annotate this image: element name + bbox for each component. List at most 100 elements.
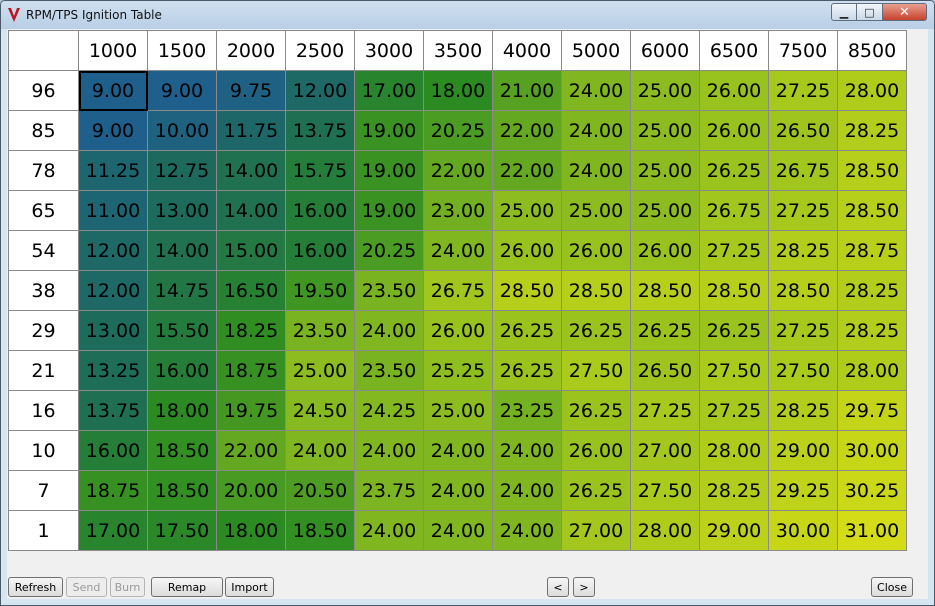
table-cell[interactable]: 27.50 xyxy=(699,350,769,391)
table-cell[interactable]: 22.00 xyxy=(492,150,562,191)
maximize-button[interactable]: □ xyxy=(857,3,883,21)
rpm-column-header[interactable]: 1500 xyxy=(147,30,217,71)
table-cell[interactable]: 15.00 xyxy=(216,230,286,271)
table-cell[interactable]: 28.50 xyxy=(561,270,631,311)
tps-row-header[interactable]: 65 xyxy=(8,190,79,231)
table-cell[interactable]: 24.00 xyxy=(354,310,424,351)
table-cell[interactable]: 28.00 xyxy=(630,510,700,551)
table-cell[interactable]: 26.25 xyxy=(492,350,562,391)
title-bar[interactable]: RPM/TPS Ignition Table ▁ □ ✕ xyxy=(1,1,934,29)
table-cell[interactable]: 28.00 xyxy=(699,430,769,471)
table-cell[interactable]: 16.00 xyxy=(78,430,148,471)
table-cell[interactable]: 19.00 xyxy=(354,110,424,151)
table-cell[interactable]: 16.50 xyxy=(216,270,286,311)
table-cell[interactable]: 23.00 xyxy=(423,190,493,231)
table-cell[interactable]: 27.00 xyxy=(561,510,631,551)
table-cell[interactable]: 26.50 xyxy=(630,350,700,391)
table-cell[interactable]: 26.75 xyxy=(699,190,769,231)
table-cell[interactable]: 18.50 xyxy=(285,510,355,551)
table-cell[interactable]: 24.25 xyxy=(354,390,424,431)
table-cell[interactable]: 13.75 xyxy=(78,390,148,431)
table-cell[interactable]: 18.00 xyxy=(147,390,217,431)
table-cell[interactable]: 18.75 xyxy=(78,470,148,511)
table-cell[interactable]: 25.00 xyxy=(630,150,700,191)
table-cell[interactable]: 28.50 xyxy=(837,190,907,231)
table-cell[interactable]: 26.25 xyxy=(561,390,631,431)
table-cell[interactable]: 26.75 xyxy=(423,270,493,311)
table-cell[interactable]: 26.25 xyxy=(561,310,631,351)
tps-row-header[interactable]: 38 xyxy=(8,270,79,311)
table-cell[interactable]: 28.00 xyxy=(837,350,907,391)
table-cell[interactable]: 24.00 xyxy=(423,230,493,271)
tps-row-header[interactable]: 1 xyxy=(8,510,79,551)
table-cell[interactable]: 18.00 xyxy=(423,70,493,111)
rpm-column-header[interactable]: 3500 xyxy=(423,30,493,71)
table-cell[interactable]: 24.00 xyxy=(423,470,493,511)
table-cell[interactable]: 26.25 xyxy=(699,310,769,351)
table-cell[interactable]: 27.25 xyxy=(768,70,838,111)
table-cell[interactable]: 11.00 xyxy=(78,190,148,231)
previous-button[interactable]: < xyxy=(547,577,569,597)
close-window-button[interactable]: ✕ xyxy=(883,3,927,21)
table-cell[interactable]: 11.75 xyxy=(216,110,286,151)
table-cell[interactable]: 23.50 xyxy=(285,310,355,351)
table-cell[interactable]: 24.50 xyxy=(285,390,355,431)
tps-row-header[interactable]: 16 xyxy=(8,390,79,431)
minimize-button[interactable]: ▁ xyxy=(831,3,857,21)
table-cell[interactable]: 23.50 xyxy=(354,350,424,391)
table-cell[interactable]: 28.25 xyxy=(837,270,907,311)
table-cell[interactable]: 15.50 xyxy=(147,310,217,351)
rpm-column-header[interactable]: 8500 xyxy=(837,30,907,71)
table-cell[interactable]: 12.00 xyxy=(78,270,148,311)
table-cell[interactable]: 28.50 xyxy=(630,270,700,311)
table-cell[interactable]: 14.00 xyxy=(216,190,286,231)
table-cell[interactable]: 16.00 xyxy=(285,230,355,271)
table-cell[interactable]: 20.50 xyxy=(285,470,355,511)
table-cell[interactable]: 27.25 xyxy=(768,190,838,231)
table-cell[interactable]: 21.00 xyxy=(492,70,562,111)
table-cell[interactable]: 28.25 xyxy=(768,230,838,271)
table-cell[interactable]: 24.00 xyxy=(354,510,424,551)
tps-row-header[interactable]: 21 xyxy=(8,350,79,391)
table-cell[interactable]: 24.00 xyxy=(492,510,562,551)
table-cell[interactable]: 25.00 xyxy=(492,190,562,231)
table-cell[interactable]: 29.00 xyxy=(768,430,838,471)
rpm-column-header[interactable]: 6000 xyxy=(630,30,700,71)
table-cell[interactable]: 13.00 xyxy=(147,190,217,231)
table-cell[interactable]: 26.00 xyxy=(630,230,700,271)
tps-row-header[interactable]: 96 xyxy=(8,70,79,111)
rpm-column-header[interactable]: 6500 xyxy=(699,30,769,71)
table-cell[interactable]: 24.00 xyxy=(492,470,562,511)
send-button[interactable]: Send xyxy=(66,577,107,597)
table-cell[interactable]: 27.25 xyxy=(699,230,769,271)
table-cell[interactable]: 10.00 xyxy=(147,110,217,151)
table-cell[interactable]: 30.25 xyxy=(837,470,907,511)
table-cell[interactable]: 26.25 xyxy=(630,310,700,351)
table-cell[interactable]: 30.00 xyxy=(837,430,907,471)
import-button[interactable]: Import xyxy=(225,577,274,597)
table-cell[interactable]: 25.00 xyxy=(630,110,700,151)
table-cell[interactable]: 16.00 xyxy=(147,350,217,391)
table-cell[interactable]: 22.00 xyxy=(216,430,286,471)
table-cell[interactable]: 24.00 xyxy=(285,430,355,471)
table-cell[interactable]: 29.00 xyxy=(699,510,769,551)
table-cell[interactable]: 13.00 xyxy=(78,310,148,351)
table-cell[interactable]: 26.25 xyxy=(699,150,769,191)
table-cell[interactable]: 26.00 xyxy=(699,110,769,151)
table-cell[interactable]: 13.75 xyxy=(285,110,355,151)
rpm-column-header[interactable]: 1000 xyxy=(78,30,148,71)
tps-row-header[interactable]: 78 xyxy=(8,150,79,191)
table-cell[interactable]: 28.25 xyxy=(837,310,907,351)
table-cell[interactable]: 18.50 xyxy=(147,430,217,471)
rpm-column-header[interactable]: 5000 xyxy=(561,30,631,71)
table-cell[interactable]: 24.00 xyxy=(561,110,631,151)
table-cell[interactable]: 29.25 xyxy=(768,470,838,511)
table-cell[interactable]: 24.00 xyxy=(354,430,424,471)
table-cell[interactable]: 26.00 xyxy=(561,430,631,471)
table-cell[interactable]: 27.25 xyxy=(699,390,769,431)
table-cell[interactable]: 9.00 xyxy=(78,70,148,111)
table-cell[interactable]: 25.00 xyxy=(630,190,700,231)
table-cell[interactable]: 23.75 xyxy=(354,470,424,511)
table-cell[interactable]: 12.00 xyxy=(285,70,355,111)
table-cell[interactable]: 11.25 xyxy=(78,150,148,191)
